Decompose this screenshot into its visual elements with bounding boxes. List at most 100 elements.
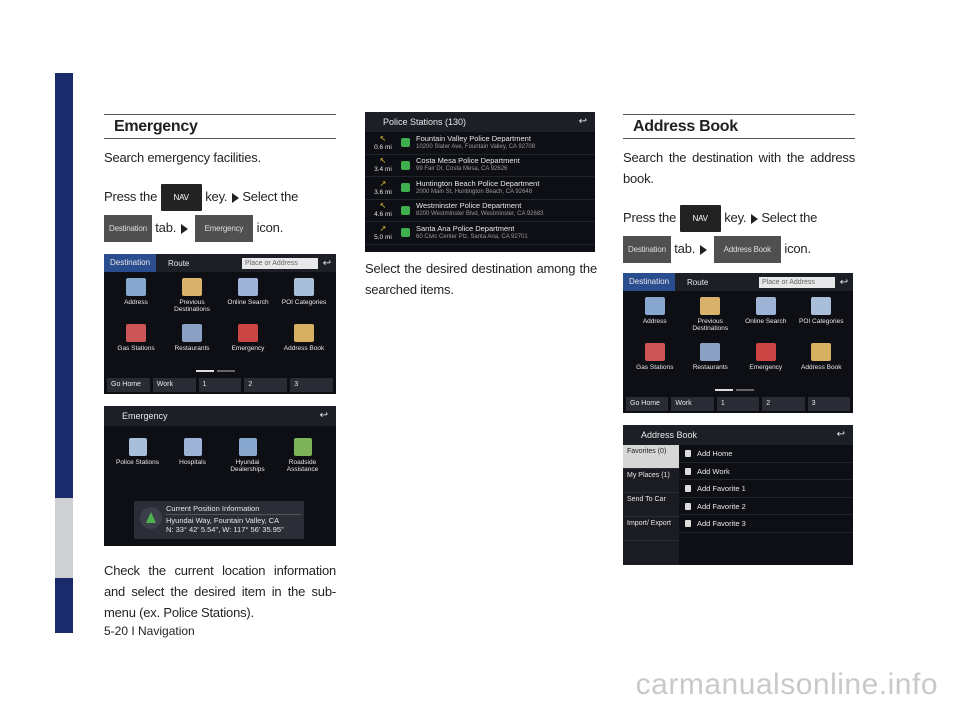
emergency-icon: [755, 343, 776, 361]
arrow-icon: [181, 223, 189, 234]
current-position-panel: Current Position Information Hyundai Way…: [134, 501, 304, 539]
tile-emergency[interactable]: Emergency: [220, 324, 276, 368]
home-icon: [126, 278, 146, 296]
favorite-3-button[interactable]: 3: [290, 378, 333, 392]
page-indicator: [715, 389, 754, 391]
screen-title: Address Book: [641, 430, 698, 440]
section-heading-address-book: Address Book: [623, 114, 855, 139]
tile-gas-stations[interactable]: Gas Stations: [108, 324, 164, 368]
tab-my-places[interactable]: My Places (1): [623, 469, 679, 493]
work-button[interactable]: Work: [152, 378, 196, 392]
destination-tab[interactable]: Destination: [104, 215, 152, 242]
tile-gas-stations[interactable]: Gas Stations: [627, 343, 683, 387]
tile-restaurants[interactable]: Restaurants: [683, 343, 739, 387]
add-work-item[interactable]: Add Work: [679, 463, 853, 480]
location-pin-icon: [140, 507, 162, 529]
arrow-icon: [700, 244, 708, 255]
address-book-icon: [811, 343, 832, 361]
poi-icon: [811, 297, 832, 315]
go-home-button[interactable]: Go Home: [107, 378, 150, 392]
shield-icon: [401, 205, 410, 215]
list-item[interactable]: ↖ 3.4 mi Costa Mesa Police Department 99 Fa…: [365, 155, 595, 177]
emergency-tab[interactable]: Emergency: [194, 215, 254, 242]
hospital-icon: [183, 438, 202, 456]
search-input[interactable]: Place or Address: [759, 276, 835, 288]
tile-online-search[interactable]: Online Search: [220, 278, 276, 322]
favorite-1-button[interactable]: 1: [198, 378, 242, 392]
favorite-2-button[interactable]: 2: [244, 378, 288, 392]
favorite-2-button[interactable]: 2: [762, 397, 805, 411]
list-item[interactable]: ↖ 0.6 mi Fountain Valley Police Department…: [365, 132, 595, 155]
shield-icon: [401, 160, 410, 170]
tab-favorites[interactable]: Favorites (0): [623, 445, 679, 469]
back-icon[interactable]: ↩: [837, 425, 845, 445]
go-home-button[interactable]: Go Home: [626, 397, 669, 411]
tile-previous-destinations[interactable]: Previous Destinations: [683, 297, 739, 341]
tab-import-export[interactable]: Import/ Export: [623, 517, 679, 541]
column-police: Police Stations (130) ↩ ↖ 0.6 mi Fountain V…: [365, 112, 597, 300]
police-icon: [128, 438, 147, 456]
instruction-line-2: Destination tab. Emergency icon.: [104, 215, 336, 242]
section-heading-emergency: Emergency: [104, 114, 336, 139]
work-button[interactable]: Work: [671, 397, 714, 411]
tile-restaurants[interactable]: Restaurants: [164, 324, 220, 368]
list-item[interactable]: ↗ 3.6 mi Huntington Beach Police Departmen…: [365, 177, 595, 200]
list-item[interactable]: ↖ 4.6 mi Westminster Police Department 8200…: [365, 200, 595, 222]
tile-roadside-assistance[interactable]: Roadside Assistance: [275, 438, 330, 482]
add-favorite-2-item[interactable]: Add Favorite 2: [679, 498, 853, 515]
add-favorite-1-item[interactable]: Add Favorite 1: [679, 480, 853, 498]
back-icon[interactable]: ↩: [318, 258, 336, 269]
tile-poi-categories[interactable]: POI Categories: [794, 297, 850, 341]
add-home-item[interactable]: Add Home: [679, 445, 853, 463]
tile-police-stations[interactable]: Police Stations: [110, 438, 165, 482]
roadside-icon: [293, 438, 312, 456]
nav-key-button[interactable]: NAV: [160, 184, 202, 211]
tab-destination[interactable]: Destination: [104, 254, 157, 272]
emergency-icon: [238, 324, 258, 342]
shield-icon: [401, 138, 410, 148]
tab-route[interactable]: Route: [156, 259, 201, 268]
tile-previous-destinations[interactable]: Previous Destinations: [164, 278, 220, 322]
poi-icon: [294, 278, 314, 296]
nav-key-button[interactable]: NAV: [679, 205, 721, 232]
history-icon: [182, 278, 202, 296]
menu-screenshot: Destination Route Place or Address ↩ Add…: [623, 273, 853, 413]
add-favorite-3-item[interactable]: Add Favorite 3: [679, 515, 853, 533]
screen-title: Police Stations (130): [383, 117, 467, 127]
address-book-icon: [294, 324, 314, 342]
tile-online-search[interactable]: Online Search: [738, 297, 794, 341]
tab-route[interactable]: Route: [675, 278, 720, 287]
watermark: carmanualsonline.info: [635, 668, 938, 701]
favorite-1-button[interactable]: 1: [716, 397, 760, 411]
tile-poi-categories[interactable]: POI Categories: [276, 278, 332, 322]
page-indicator: [196, 370, 235, 372]
home-icon: [644, 297, 665, 315]
address-book-tab[interactable]: Address Book: [713, 236, 781, 263]
back-icon[interactable]: ↩: [579, 112, 587, 132]
screen-title: Emergency: [122, 411, 168, 421]
list-item[interactable]: ↗ 5.0 mi Santa Ana Police Department 60 Civ…: [365, 222, 595, 245]
menu-screenshot: Destination Route Place or Address ↩ Add…: [104, 254, 336, 394]
globe-icon: [755, 297, 776, 315]
destination-tab[interactable]: Destination: [623, 236, 671, 263]
tile-address-book[interactable]: Address Book: [794, 343, 850, 387]
arrow-icon: [751, 213, 759, 224]
tile-hyundai-dealerships[interactable]: Hyundai Dealerships: [220, 438, 275, 482]
tile-address[interactable]: Address: [108, 278, 164, 322]
tile-address[interactable]: Address: [627, 297, 683, 341]
tab-send-to-car[interactable]: Send To Car: [623, 493, 679, 517]
chapter-sidebar: [55, 73, 73, 633]
back-icon[interactable]: ↩: [835, 277, 853, 288]
emergency-screenshot: Emergency ↩ Police Stations Hospitals Hyu…: [104, 406, 336, 546]
favorite-3-button[interactable]: 3: [807, 397, 851, 411]
arrow-icon: [232, 192, 240, 203]
police-stations-screenshot: Police Stations (130) ↩ ↖ 0.6 mi Fountain V…: [365, 112, 595, 252]
back-icon[interactable]: ↩: [320, 406, 328, 426]
globe-icon: [238, 278, 258, 296]
tile-address-book[interactable]: Address Book: [276, 324, 332, 368]
tile-emergency[interactable]: Emergency: [738, 343, 794, 387]
tile-hospitals[interactable]: Hospitals: [165, 438, 220, 482]
search-input[interactable]: Place or Address: [242, 257, 318, 269]
tab-destination[interactable]: Destination: [623, 273, 676, 291]
intro-text: Search the destination with the address …: [623, 150, 855, 186]
